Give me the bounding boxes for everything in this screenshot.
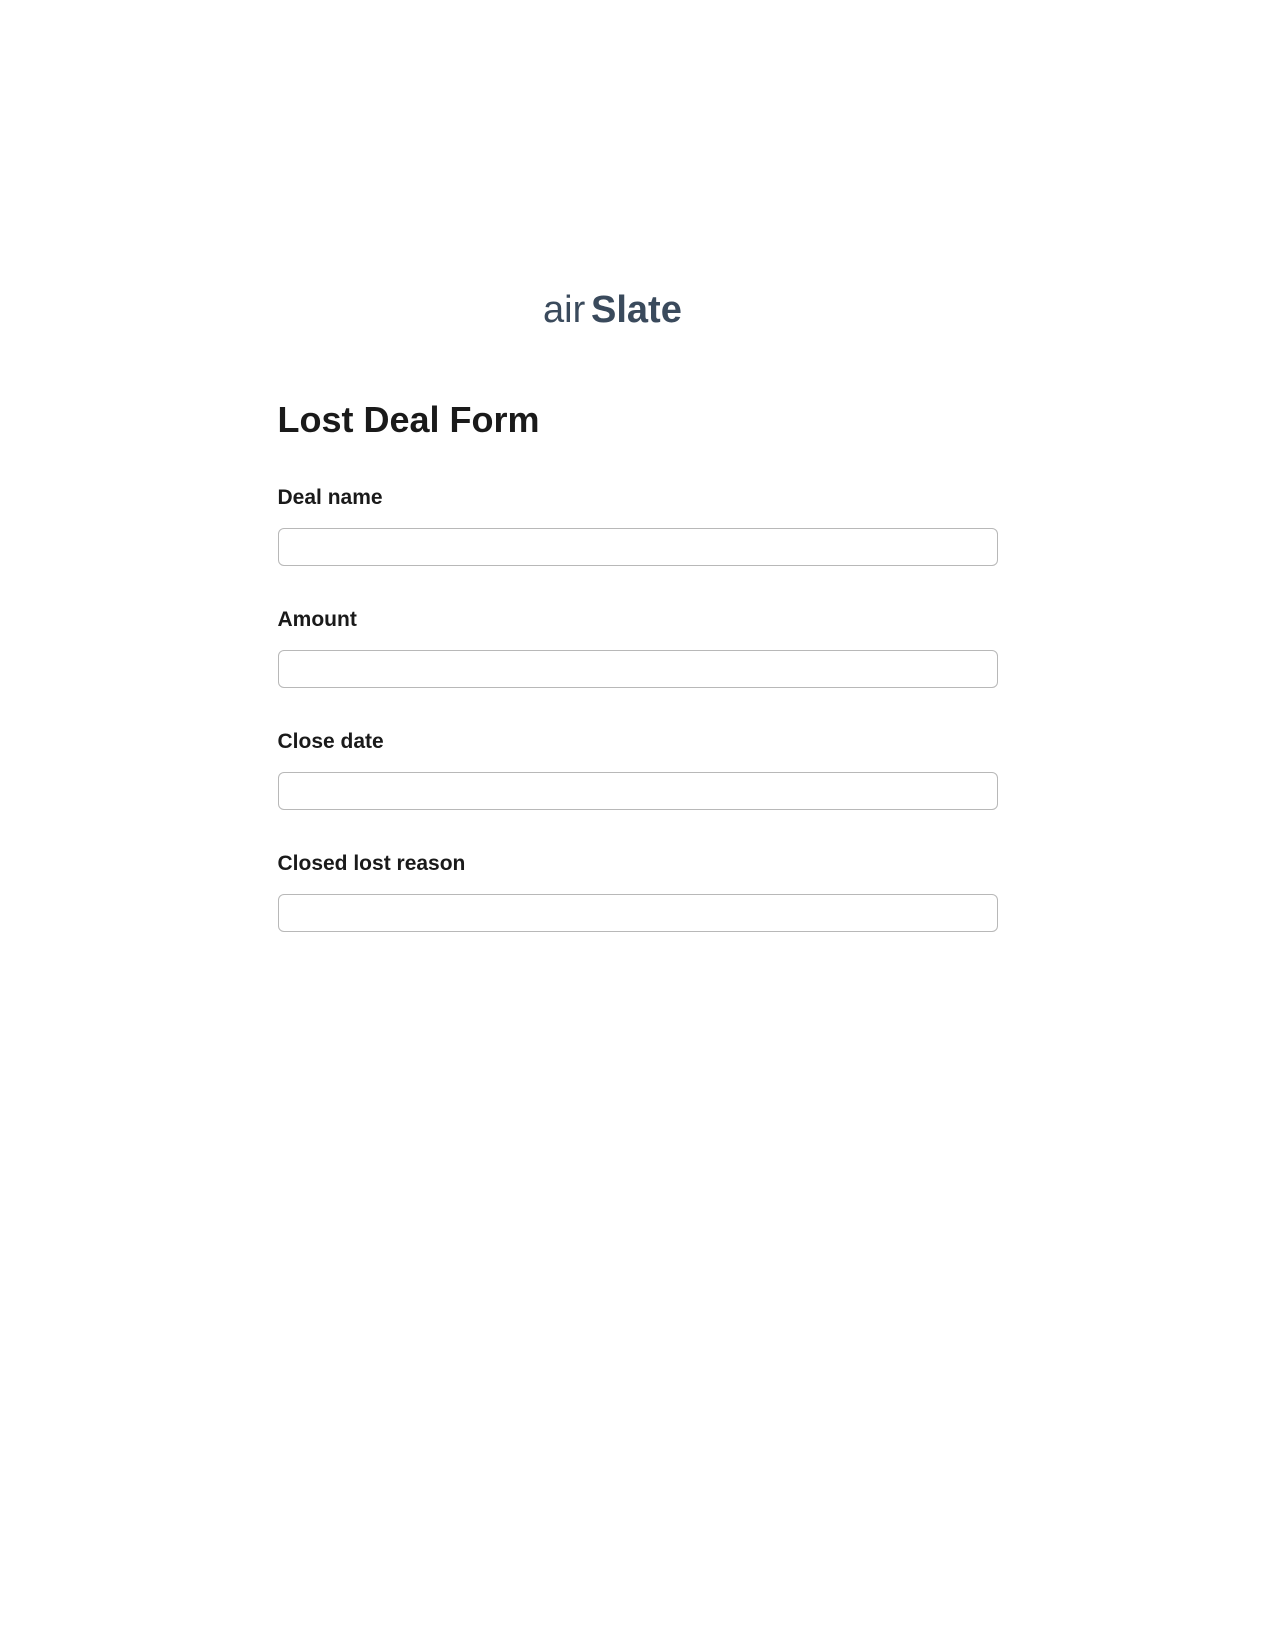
label-closed-lost-reason: Closed lost reason — [278, 852, 998, 876]
input-closed-lost-reason[interactable] — [278, 894, 998, 932]
field-closed-lost-reason: Closed lost reason — [278, 852, 998, 932]
input-deal-name[interactable] — [278, 528, 998, 566]
logo-container: air Slate — [0, 290, 1275, 339]
form-title: Lost Deal Form — [278, 399, 998, 441]
airslate-logo: air Slate — [543, 290, 733, 339]
form-container: Lost Deal Form Deal name Amount Close da… — [278, 399, 998, 932]
svg-text:Slate: Slate — [591, 290, 682, 331]
field-amount: Amount — [278, 608, 998, 688]
label-close-date: Close date — [278, 730, 998, 754]
input-amount[interactable] — [278, 650, 998, 688]
svg-text:air: air — [543, 290, 586, 331]
input-close-date[interactable] — [278, 772, 998, 810]
label-deal-name: Deal name — [278, 486, 998, 510]
field-deal-name: Deal name — [278, 486, 998, 566]
label-amount: Amount — [278, 608, 998, 632]
field-close-date: Close date — [278, 730, 998, 810]
page-container: air Slate Lost Deal Form Deal name Amoun… — [0, 0, 1275, 932]
